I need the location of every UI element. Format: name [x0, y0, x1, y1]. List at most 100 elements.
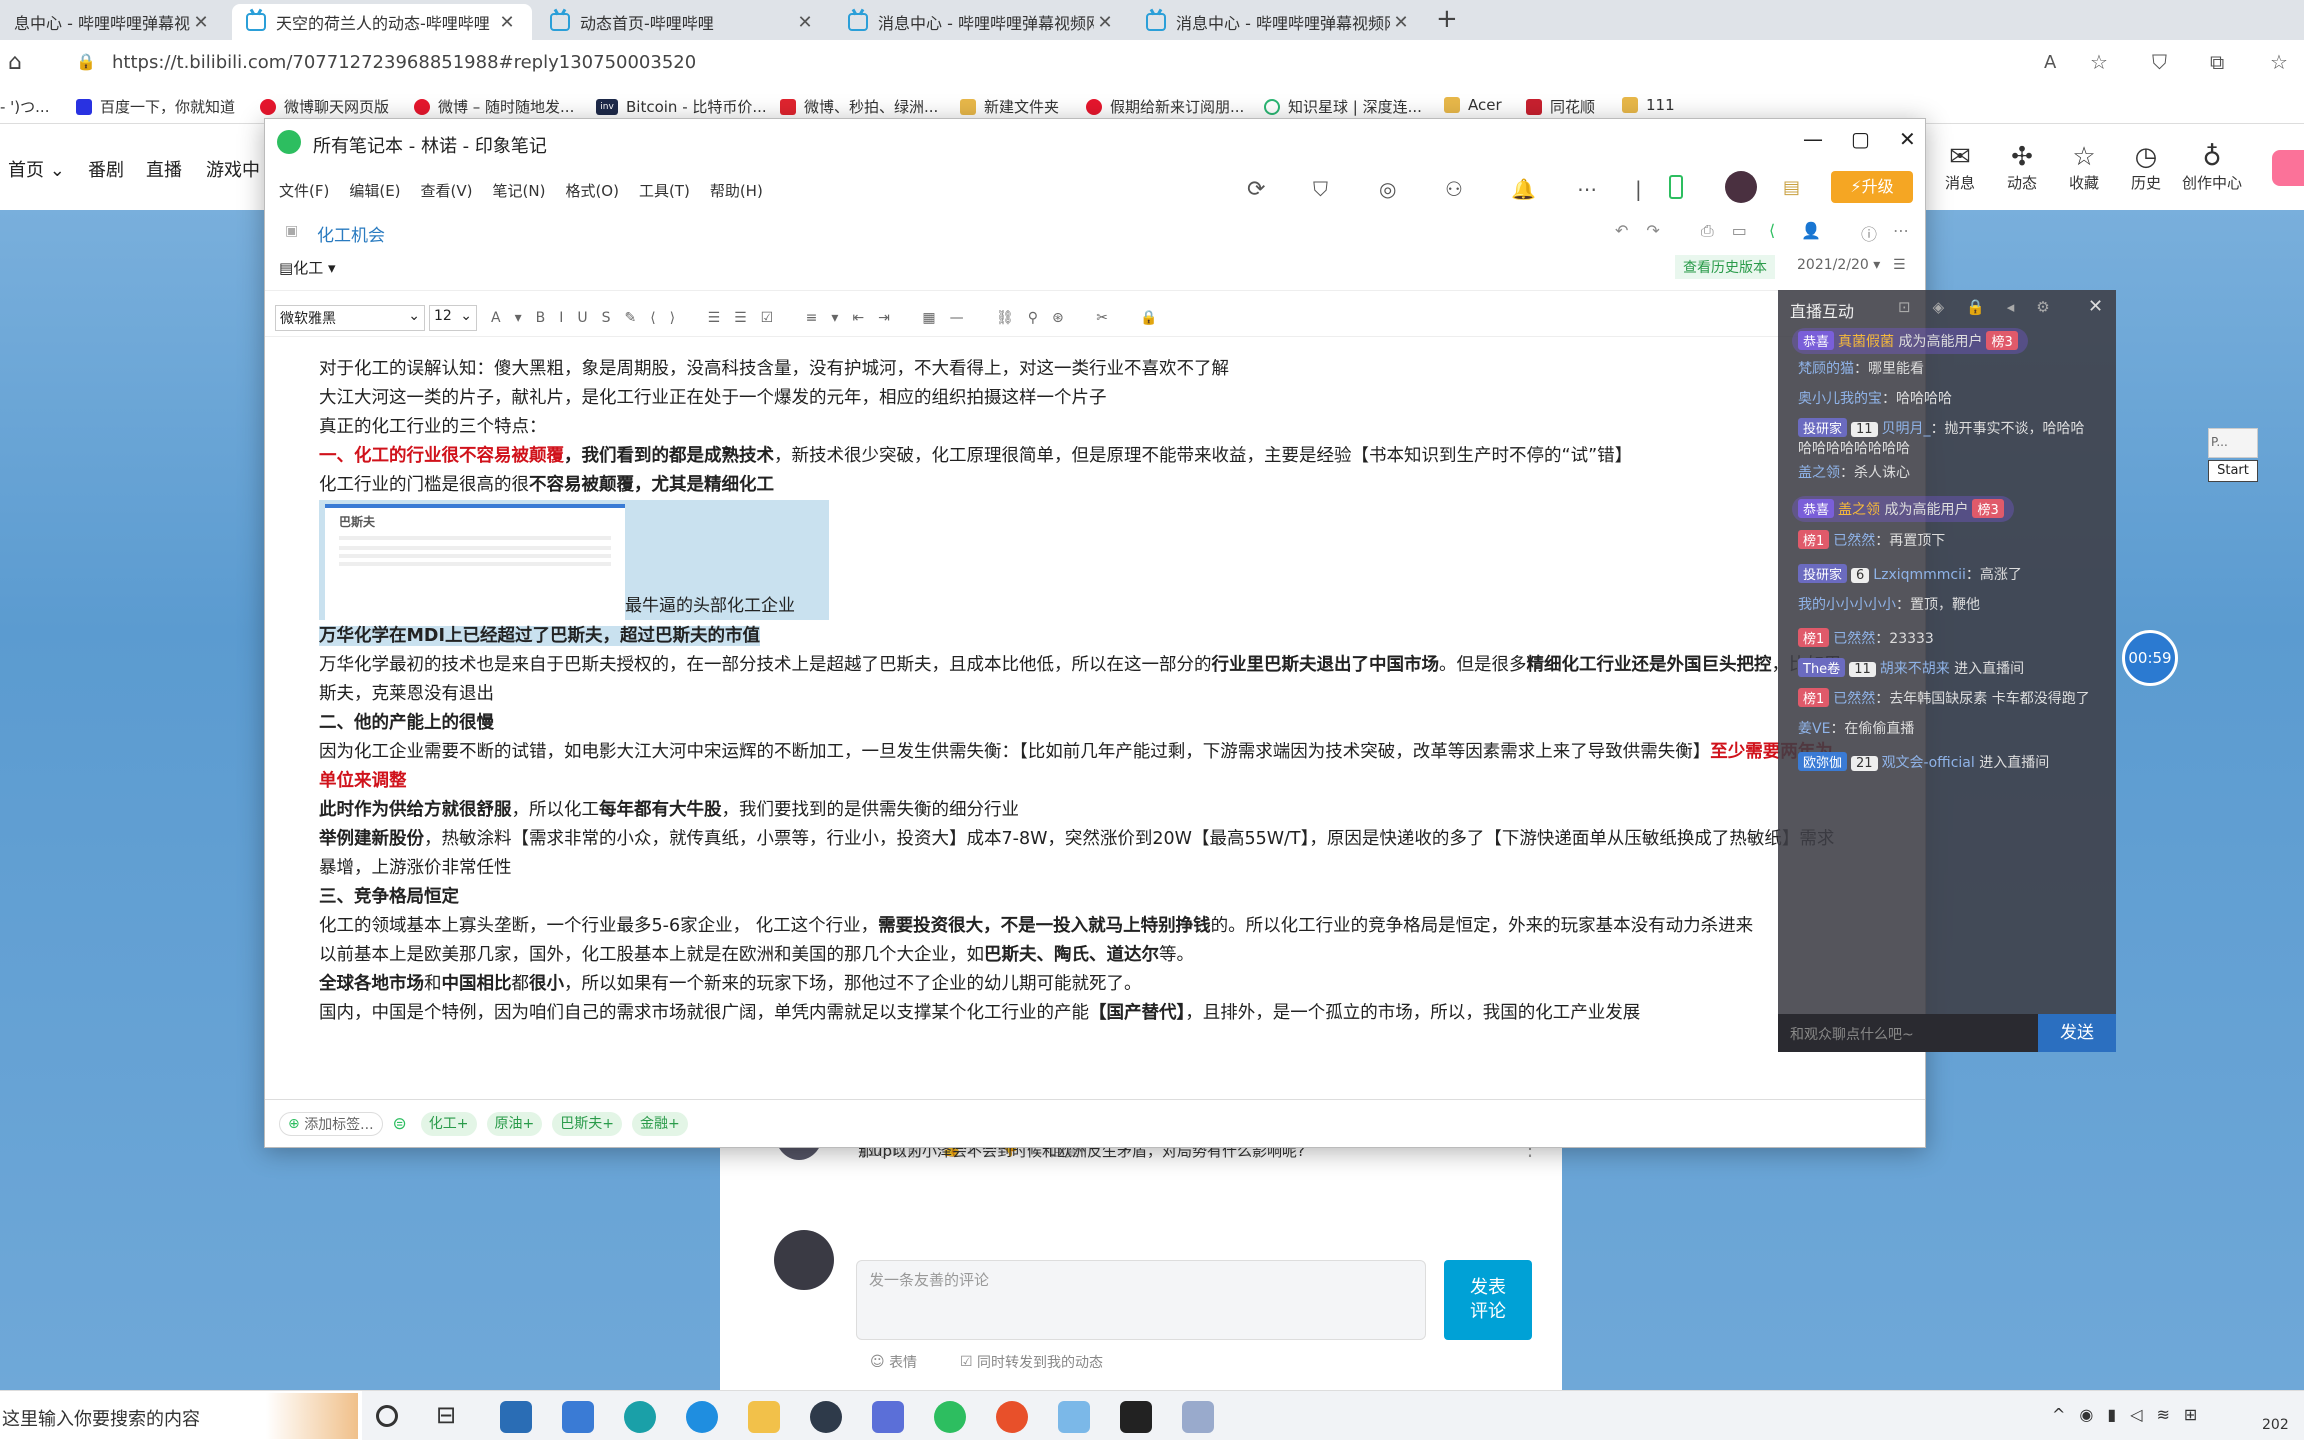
close-icon[interactable]: ✕: [794, 12, 816, 33]
bookmark-item[interactable]: inv Bitcoin - 比特币价...: [596, 96, 767, 117]
app-icon[interactable]: [1058, 1401, 1090, 1433]
bookmark-item[interactable]: - ')つ...: [0, 96, 49, 117]
close-icon[interactable]: ✕: [1094, 12, 1116, 33]
nav-favorites[interactable]: ☆ 收藏: [2054, 142, 2114, 193]
menu-note[interactable]: 笔记(N): [493, 180, 546, 201]
bookmark-item[interactable]: 同花顺: [1526, 96, 1595, 117]
close-icon[interactable]: ✕: [1390, 12, 1412, 33]
menu-edit[interactable]: 编辑(E): [349, 180, 400, 201]
nav-games[interactable]: 游戏中: [206, 156, 260, 182]
extensions-icon[interactable]: ⧉: [2210, 50, 2224, 74]
bookmark-item[interactable]: 微博、秒拍、绿洲...: [780, 96, 938, 117]
menu-file[interactable]: 文件(F): [279, 180, 329, 201]
timer-badge[interactable]: 00:59: [2122, 630, 2178, 686]
embedded-image[interactable]: 巴斯夫 最牛逼的头部化工企业: [319, 500, 829, 622]
sidebar-toggle-icon[interactable]: ▣: [285, 223, 298, 239]
mail-icon[interactable]: [562, 1401, 594, 1433]
username[interactable]: 奥小儿我的宝: [1798, 391, 1882, 407]
nav-live[interactable]: 直播: [146, 156, 182, 182]
url-input[interactable]: https://t.bilibili.com/70771272396885198…: [112, 52, 696, 73]
tag-chip[interactable]: 原油+: [486, 1111, 543, 1136]
username[interactable]: Lzxiqmmmcii: [1873, 567, 1966, 583]
username[interactable]: 姜VE: [1798, 721, 1830, 737]
note-toolbar-icons[interactable]: ↶↷ ⎙▭: [1615, 221, 1765, 241]
nav-anime[interactable]: 番剧: [88, 156, 124, 182]
bookmark-item[interactable]: 知识星球 | 深度连...: [1264, 96, 1422, 117]
lock-icon[interactable]: 🔒: [76, 52, 96, 71]
more-icon[interactable]: ⋯: [1577, 177, 1597, 201]
post-comment-button[interactable]: 发表 评论: [1444, 1260, 1532, 1340]
close-icon[interactable]: ✕: [1899, 127, 1916, 151]
p-button[interactable]: P...: [2208, 428, 2258, 458]
browser-tab[interactable]: 息中心 - 哔哩哔哩弹幕视频网✕: [0, 4, 226, 40]
username[interactable]: 观文会-official: [1882, 755, 1975, 771]
upgrade-button[interactable]: ⚡升级: [1831, 171, 1913, 203]
browser-tab-active[interactable]: 天空的荷兰人的动态-哔哩哔哩 ✕: [232, 4, 532, 40]
username[interactable]: 已然然: [1833, 533, 1875, 549]
menu-view[interactable]: 查看(V): [421, 180, 473, 201]
list-icon[interactable]: ☰: [1893, 257, 1906, 273]
bookmark-item[interactable]: 新建文件夹: [960, 96, 1059, 117]
mobile-icon[interactable]: [1669, 175, 1683, 199]
forward-checkbox[interactable]: ☑ 同时转发到我的动态: [960, 1352, 1103, 1372]
notes-app-icon[interactable]: [872, 1401, 904, 1433]
avatar[interactable]: [1725, 171, 1757, 203]
add-tag-button[interactable]: ⊕ 添加标签...: [279, 1111, 383, 1136]
note-body[interactable]: 对于化工的误解认知：傻大黑粗，象是周期股，没高科技含量，没有护城河，不大看得上，…: [319, 355, 1899, 1095]
username[interactable]: 已然然: [1833, 691, 1875, 707]
upload-button[interactable]: [2272, 150, 2304, 186]
bookmark-item[interactable]: 百度一下，你就知道: [76, 96, 235, 117]
username[interactable]: 梵顾的猫: [1798, 361, 1854, 377]
menu-tools[interactable]: 工具(T): [639, 180, 690, 201]
username[interactable]: 胡来不胡来: [1880, 661, 1950, 677]
close-icon[interactable]: ✕: [190, 12, 212, 33]
browser-tab[interactable]: 消息中心 - 哔哩哔哩弹幕视频网 ✕: [1132, 4, 1426, 40]
favorite-add-icon[interactable]: ☆: [2090, 50, 2108, 74]
nav-home[interactable]: 首页 ⌄: [8, 156, 65, 182]
task-view-icon[interactable]: ⊟: [436, 1401, 468, 1433]
app-icon[interactable]: [810, 1401, 842, 1433]
app-icon[interactable]: [996, 1401, 1028, 1433]
username[interactable]: 贝明月_: [1882, 421, 1931, 437]
tag-chip[interactable]: 巴斯夫+: [552, 1111, 622, 1136]
app-icon[interactable]: [500, 1401, 532, 1433]
browser-tab[interactable]: 动态首页-哔哩哔哩 ✕: [536, 4, 830, 40]
edge-icon[interactable]: [624, 1401, 656, 1433]
bookmark-item[interactable]: 111: [1622, 96, 1675, 114]
nav-message[interactable]: ✉ 消息: [1930, 142, 1990, 193]
bookmark-item[interactable]: 微博 – 随时随地发...: [414, 96, 574, 117]
live-chat-input[interactable]: 和观众聊点什么吧~: [1778, 1014, 2038, 1052]
new-tab-icon[interactable]: +: [1436, 4, 1458, 34]
menu-format[interactable]: 格式(O): [565, 180, 619, 201]
bookmark-item[interactable]: 假期给新来订阅朋...: [1086, 96, 1244, 117]
close-icon[interactable]: ✕: [496, 12, 518, 33]
note-title[interactable]: 化工机会: [317, 221, 385, 246]
share-icon[interactable]: ⟨: [1769, 221, 1775, 240]
people-icon[interactable]: ⚇: [1445, 177, 1463, 201]
system-tray[interactable]: ^◉▮◁≋⊞: [2052, 1405, 2211, 1424]
notebook-icon[interactable]: ▤: [1783, 177, 1800, 198]
evernote-icon[interactable]: [934, 1401, 966, 1433]
panel-controls[interactable]: ⊡◈🔒◂⚙: [1898, 298, 2072, 316]
username[interactable]: 盖之领: [1798, 465, 1840, 481]
history-version-button[interactable]: 查看历史版本: [1675, 255, 1775, 279]
minimize-icon[interactable]: —: [1803, 127, 1823, 151]
nav-history[interactable]: ◷ 历史: [2116, 142, 2176, 193]
menu-help[interactable]: 帮助(H): [710, 180, 763, 201]
file-explorer-icon[interactable]: [748, 1401, 780, 1433]
close-icon[interactable]: ✕: [2088, 296, 2103, 317]
send-button[interactable]: 发送: [2038, 1014, 2116, 1052]
shield-icon[interactable]: ⛉: [1313, 177, 1328, 201]
sync-icon[interactable]: ⟳: [1247, 177, 1265, 202]
user-share-icon[interactable]: 👤: [1801, 221, 1821, 240]
app-icon[interactable]: [1182, 1401, 1214, 1433]
avatar[interactable]: [774, 1230, 834, 1290]
nav-creator[interactable]: ♁ 创作中心: [2176, 142, 2248, 193]
username[interactable]: 真菌假菌: [1838, 334, 1894, 350]
username[interactable]: 我的小小小小小: [1798, 597, 1896, 613]
bookmark-item[interactable]: 微博聊天网页版: [260, 96, 389, 117]
notebook-selector[interactable]: ▤ 化工 ▾: [279, 257, 336, 278]
home-icon[interactable]: ⌂: [8, 50, 22, 75]
browser-tab[interactable]: 消息中心 - 哔哩哔哩弹幕视频网 ✕: [834, 4, 1130, 40]
comment-input[interactable]: 发一条友善的评论: [856, 1260, 1426, 1340]
